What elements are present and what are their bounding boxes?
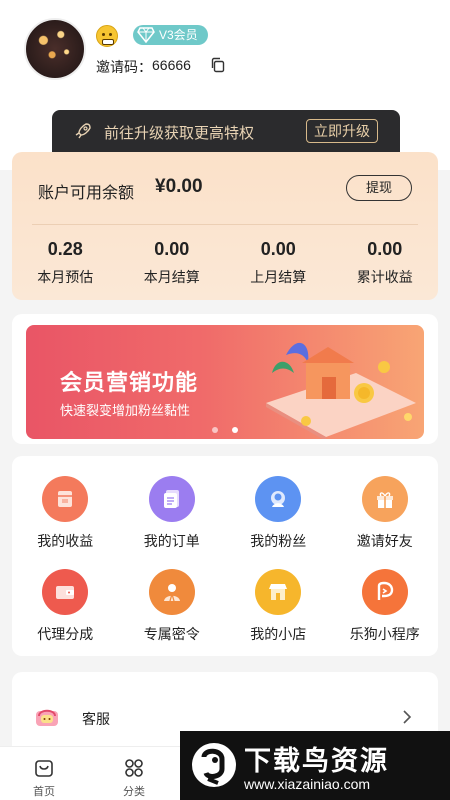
watermark-url: www.xiazainiao.com xyxy=(244,776,371,792)
withdraw-button[interactable]: 提现 xyxy=(346,175,412,201)
invite-code-label: 邀请码： xyxy=(96,59,152,75)
stat-value: 0.00 xyxy=(260,239,296,259)
stat-value: 0.00 xyxy=(154,239,190,259)
menu-label: 我的小店 xyxy=(250,626,307,642)
stat-month-settled[interactable]: 0.00 本月结算 xyxy=(119,236,226,287)
wallet-icon xyxy=(42,569,89,615)
banner-title: 会员营销功能 xyxy=(60,370,199,395)
category-icon xyxy=(125,759,143,777)
promo-banner[interactable]: 会员营销功能 快速裂变增加粉丝黏性 xyxy=(26,325,424,439)
menu-label: 邀请好友 xyxy=(356,533,413,549)
stat-total-earnings[interactable]: 0.00 累计收益 xyxy=(332,236,439,287)
stat-value: 0.28 xyxy=(47,239,83,259)
menu-label: 我的粉丝 xyxy=(250,533,307,549)
menu-item-fans[interactable]: 我的粉丝 xyxy=(225,476,332,551)
diamond-icon xyxy=(137,27,155,43)
menu-label: 专属密令 xyxy=(143,626,200,642)
divider xyxy=(32,224,418,225)
tab-home[interactable]: 首页 xyxy=(14,757,74,799)
upgrade-now-button[interactable]: 立即升级 xyxy=(306,119,378,143)
menu-item-mini-program[interactable]: 乐狗小程序 xyxy=(332,569,439,644)
stat-value: 0.00 xyxy=(367,239,403,259)
order-icon xyxy=(148,476,195,522)
headset-icon xyxy=(36,709,58,726)
stat-last-month-settled[interactable]: 0.00 上月结算 xyxy=(225,236,332,287)
menu-item-agent-share[interactable]: 代理分成 xyxy=(12,569,119,644)
stat-label: 上月结算 xyxy=(250,269,307,285)
balance-label: 账户可用余额 xyxy=(38,185,135,202)
menu-label: 代理分成 xyxy=(37,626,94,642)
menu-item-secret-code[interactable]: 专属密令 xyxy=(119,569,226,644)
carousel-dot-active[interactable] xyxy=(232,427,238,433)
balance-value: ¥0.00 xyxy=(155,176,203,197)
emoji-icon xyxy=(96,25,118,47)
tab-label: 分类 xyxy=(123,786,145,798)
menu-item-invite[interactable]: 邀请好友 xyxy=(332,476,439,551)
earnings-stats: 0.28 本月预估 0.00 本月结算 0.00 上月结算 0.00 累计收益 xyxy=(12,236,438,287)
upgrade-text: 前往升级获取更高特权 xyxy=(104,125,255,142)
banner-subtitle: 快速裂变增加粉丝黏性 xyxy=(60,403,191,418)
home-icon xyxy=(35,760,53,777)
menu-item-orders[interactable]: 我的订单 xyxy=(119,476,226,551)
phone-illustration xyxy=(266,342,416,439)
balance-card: 账户可用余额 ¥0.00 提现 0.28 本月预估 0.00 本月结算 0.00… xyxy=(12,152,438,300)
menu-grid: 我的收益 我的订单 我的粉丝 邀请好友 代理分成 专属密令 我的小店 乐狗小程序 xyxy=(12,476,438,644)
banner-card: 会员营销功能 快速裂变增加粉丝黏性 xyxy=(12,314,438,444)
fans-icon xyxy=(255,476,302,522)
tab-category[interactable]: 分类 xyxy=(104,757,164,799)
menu-label: 我的收益 xyxy=(37,533,94,549)
vip-badge-label: V3会员 xyxy=(159,28,198,42)
income-icon xyxy=(42,476,89,522)
carousel-dot[interactable] xyxy=(212,427,218,433)
miniapp-icon xyxy=(361,569,408,615)
menu-label: 乐狗小程序 xyxy=(349,626,420,642)
menu-item-my-shop[interactable]: 我的小店 xyxy=(225,569,332,644)
menu-label: 我的订单 xyxy=(143,533,200,549)
shop-icon xyxy=(255,569,302,615)
menu-card: 我的收益 我的订单 我的粉丝 邀请好友 代理分成 专属密令 我的小店 乐狗小程序 xyxy=(12,456,438,656)
menu-item-income[interactable]: 我的收益 xyxy=(12,476,119,551)
service-label: 客服 xyxy=(82,711,110,727)
person-icon xyxy=(148,569,195,615)
watermark: 下载鸟资源 www.xiazainiao.com xyxy=(180,731,450,800)
gift-icon xyxy=(361,476,408,522)
invite-code-value: 66666 xyxy=(152,57,191,73)
stat-label: 本月预估 xyxy=(37,269,94,285)
watermark-logo xyxy=(192,743,236,787)
chevron-right-icon xyxy=(403,710,412,724)
tab-label: 首页 xyxy=(33,786,55,798)
copy-icon[interactable] xyxy=(210,57,226,73)
vip-badge[interactable]: V3会员 xyxy=(133,25,208,45)
profile-header: V3会员 邀请码： 66666 前往升级获取更高特权 立即升级 xyxy=(0,0,450,170)
stat-label: 累计收益 xyxy=(356,269,413,285)
watermark-title: 下载鸟资源 xyxy=(244,746,389,776)
upgrade-banner[interactable]: 前往升级获取更高特权 立即升级 xyxy=(52,110,400,152)
rocket-icon xyxy=(75,123,91,139)
stat-label: 本月结算 xyxy=(143,269,200,285)
stat-month-estimate[interactable]: 0.28 本月预估 xyxy=(12,236,119,287)
avatar[interactable] xyxy=(24,18,86,80)
